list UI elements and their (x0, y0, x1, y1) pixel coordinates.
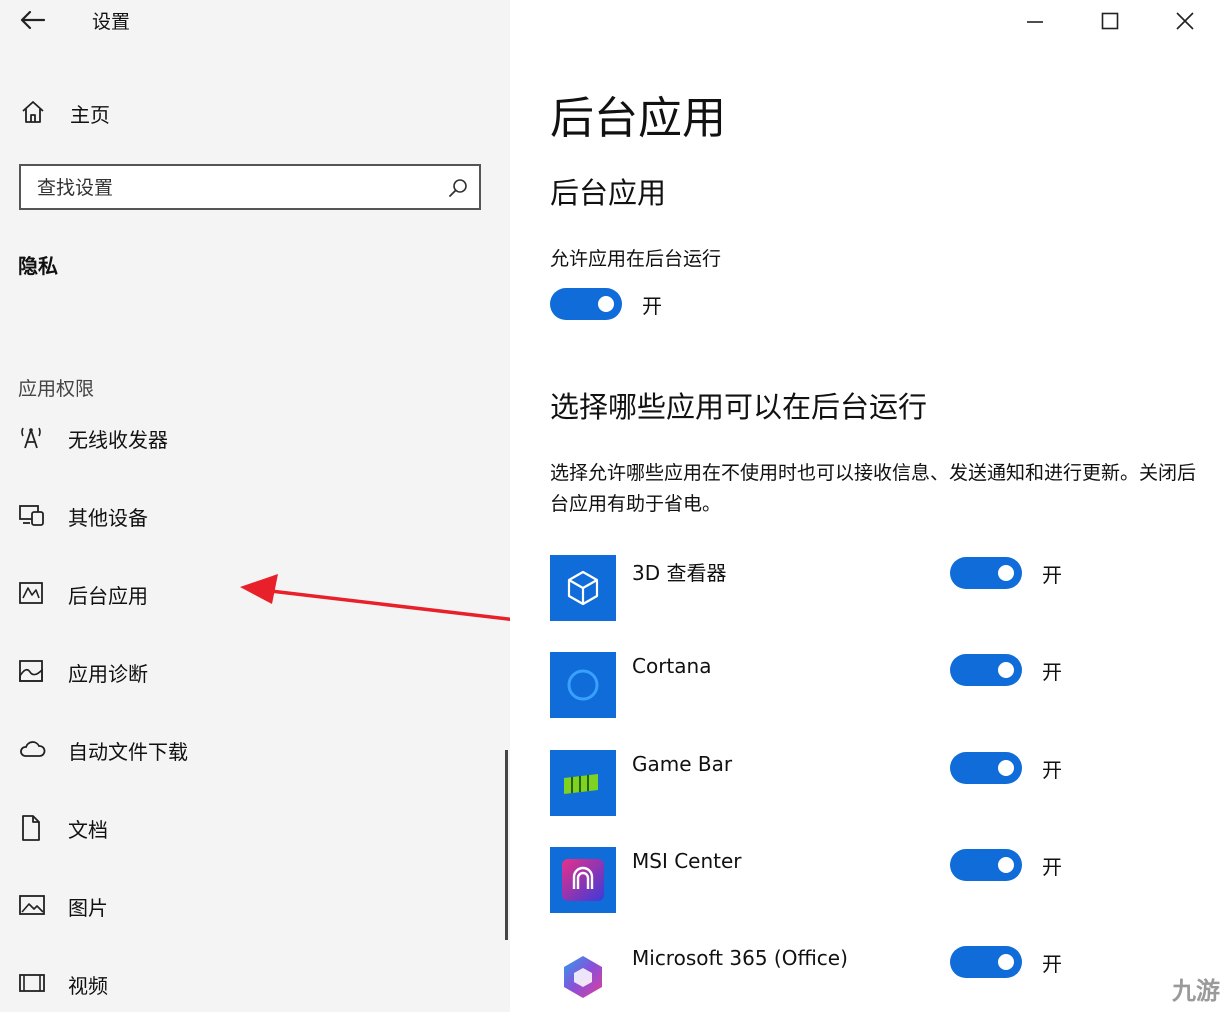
home-icon (20, 99, 46, 125)
allow-background-state: 开 (642, 294, 662, 318)
close-icon (1176, 12, 1194, 30)
sidebar-item-documents[interactable]: 文档 (0, 800, 505, 856)
app-name: 3D 查看器 (632, 561, 727, 585)
choose-apps-title: 选择哪些应用可以在后台运行 (550, 390, 928, 424)
toggle-knob (998, 565, 1014, 581)
msi-center-icon (562, 859, 604, 901)
sidebar-scrollbar[interactable] (505, 750, 508, 940)
cortana-ring-icon (567, 669, 599, 701)
app-tile (550, 750, 616, 816)
toggle-knob (998, 760, 1014, 776)
sidebar-item-auto-file-download[interactable]: 自动文件下载 (0, 722, 505, 778)
sidebar-item-home[interactable]: 主页 (18, 95, 318, 131)
window-controls (990, 0, 1230, 40)
app-tile (550, 944, 616, 1010)
sidebar-item-label: 视频 (68, 974, 108, 998)
maximize-button[interactable] (1075, 0, 1145, 40)
minimize-button[interactable] (1000, 0, 1070, 40)
back-arrow-icon (20, 10, 46, 30)
antenna-icon (18, 424, 44, 450)
app-name: Game Bar (632, 752, 733, 776)
sidebar-item-other-devices[interactable]: 其他设备 (0, 488, 505, 544)
section-title: 后台应用 (550, 176, 667, 210)
toggle-knob (598, 296, 614, 312)
sidebar-item-label: 文档 (68, 818, 108, 842)
app-row-3d-viewer: 3D 查看器 开 (550, 555, 1220, 625)
app-tile (550, 555, 616, 621)
sidebar-item-label: 主页 (70, 103, 110, 127)
sidebar: 设置 主页 隐私 应用权限 无线收发器 (0, 0, 518, 1012)
app-row-msi-center: MSI Center 开 (550, 847, 1220, 917)
app-name: MSI Center (632, 849, 742, 873)
search-input[interactable] (35, 174, 439, 202)
app-toggle-state: 开 (1042, 660, 1062, 684)
app-toggle[interactable] (950, 654, 1022, 686)
page-title: 后台应用 (550, 93, 726, 144)
sidebar-item-app-diagnostics[interactable]: 应用诊断 (0, 644, 505, 700)
back-button[interactable] (14, 4, 50, 36)
annotation-arrow-icon (240, 574, 518, 622)
app-toggle-state: 开 (1042, 758, 1062, 782)
app-toggle[interactable] (950, 946, 1022, 978)
toggle-knob (998, 954, 1014, 970)
sidebar-item-videos[interactable]: 视频 (0, 956, 505, 1012)
sidebar-item-pictures[interactable]: 图片 (0, 878, 505, 934)
sidebar-item-label: 图片 (68, 896, 108, 920)
app-row-cortana: Cortana 开 (550, 652, 1220, 722)
search-box[interactable] (19, 164, 481, 210)
video-icon (18, 970, 46, 996)
sidebar-item-label: 后台应用 (68, 584, 148, 608)
sidebar-item-radios[interactable]: 无线收发器 (0, 410, 505, 466)
app-toggle[interactable] (950, 752, 1022, 784)
toggle-knob (998, 857, 1014, 873)
toggle-knob (998, 662, 1014, 678)
gamebar-icon (564, 774, 598, 794)
maximize-icon (1101, 12, 1119, 30)
search-icon[interactable] (447, 177, 469, 199)
cloud-icon (18, 736, 46, 762)
app-name: Cortana (632, 654, 712, 678)
devices-icon (18, 502, 46, 528)
app-name: Microsoft 365 (Office) (632, 946, 848, 970)
background-apps-icon (18, 580, 44, 606)
app-tile (550, 652, 616, 718)
app-toggle[interactable] (950, 849, 1022, 881)
picture-icon (18, 892, 46, 918)
close-button[interactable] (1150, 0, 1220, 40)
app-row-microsoft-365: Microsoft 365 (Office) 开 (550, 944, 1220, 1014)
document-icon (18, 814, 44, 842)
window-title: 设置 (92, 11, 131, 33)
minimize-icon (1027, 21, 1043, 23)
sidebar-item-label: 自动文件下载 (68, 740, 188, 764)
category-label: 应用权限 (18, 378, 95, 400)
choose-apps-description: 选择允许哪些应用在不使用时也可以接收信息、发送通知和进行更新。关闭后台应用有助于… (550, 462, 1197, 515)
app-toggle[interactable] (950, 557, 1022, 589)
sidebar-item-label: 其他设备 (68, 506, 148, 530)
office-icon (564, 956, 602, 998)
sidebar-item-label: 无线收发器 (68, 428, 168, 452)
allow-background-label: 允许应用在后台运行 (550, 248, 722, 270)
watermark: 九游 (1172, 977, 1220, 1005)
app-tile (550, 847, 616, 913)
app-row-game-bar: Game Bar 开 (550, 750, 1220, 820)
app-toggle-state: 开 (1042, 952, 1062, 976)
diagnostics-icon (18, 658, 46, 684)
main-content: 后台应用 后台应用 允许应用在后台运行 开 选择哪些应用可以在后台运行 选择允许… (510, 0, 1230, 1012)
app-toggle-state: 开 (1042, 855, 1062, 879)
allow-background-toggle[interactable] (550, 288, 622, 320)
sidebar-section-heading: 隐私 (18, 254, 58, 278)
app-toggle-state: 开 (1042, 563, 1062, 587)
cube-icon (567, 570, 599, 606)
sidebar-item-label: 应用诊断 (68, 662, 148, 686)
